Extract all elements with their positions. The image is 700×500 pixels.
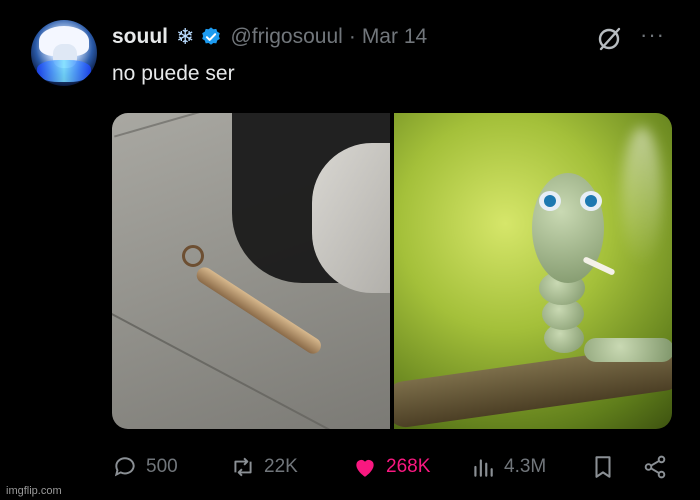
tweet-media[interactable] [112, 113, 672, 429]
share-button[interactable] [642, 454, 676, 480]
reply-count: 500 [146, 456, 178, 477]
reply-button[interactable]: 500 [112, 454, 178, 480]
verified-badge-icon [202, 27, 221, 45]
heart-icon [356, 459, 374, 477]
views-button[interactable]: 4.3M [470, 454, 546, 480]
separator-dot: · [348, 25, 356, 48]
repost-count: 22K [264, 456, 298, 477]
analytics-icon [474, 459, 493, 477]
tweet-actions-bar: 500 22K 268K 4.3M [112, 451, 672, 483]
avatar[interactable] [31, 20, 97, 86]
tweet-text: no puede ser [112, 62, 235, 85]
snowflake-emoji: ❄ [176, 24, 195, 49]
repost-icon [234, 457, 252, 477]
tweet-header: souul ❄ @frigosouul · Mar 14 [112, 22, 427, 52]
view-count: 4.3M [504, 456, 547, 477]
tweet-date[interactable]: Mar 14 [362, 25, 427, 49]
photo-joint-on-ground[interactable] [112, 113, 390, 429]
author-name[interactable]: souul [112, 25, 168, 49]
photo-smoking-caterpillar[interactable] [394, 113, 672, 429]
author-handle[interactable]: @frigosouul [230, 25, 342, 49]
reply-icon [114, 457, 135, 477]
more-options-icon[interactable]: ··· [640, 22, 665, 48]
like-button[interactable]: 268K [352, 454, 430, 480]
grok-icon[interactable] [596, 26, 622, 52]
like-count: 268K [386, 456, 431, 477]
repost-button[interactable]: 22K [230, 454, 298, 480]
share-icon [644, 455, 666, 479]
imgflip-watermark: imgflip.com [6, 485, 62, 497]
bookmark-button[interactable] [590, 454, 624, 480]
bookmark-icon [595, 456, 611, 478]
